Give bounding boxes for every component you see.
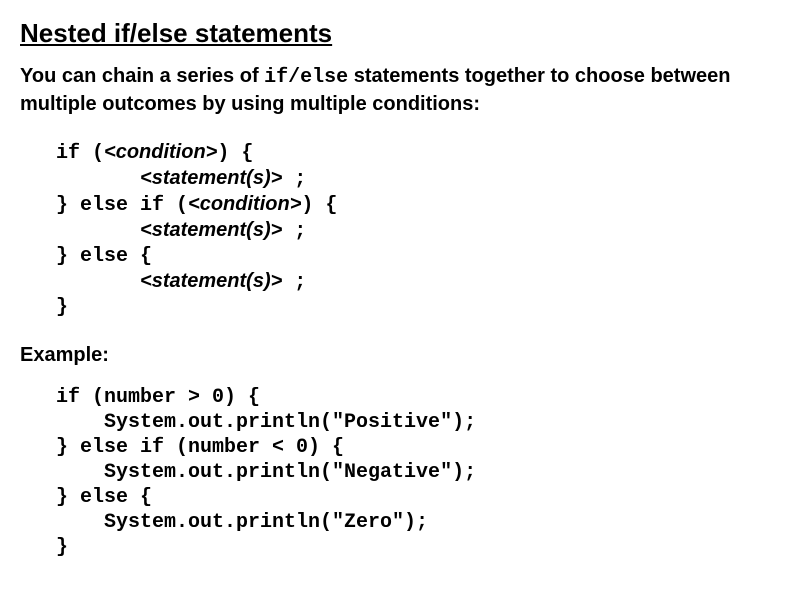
example-block: if (number > 0) { System.out.println("Po… <box>56 385 774 560</box>
syntax-l3-b: ) { <box>301 194 337 217</box>
syntax-l4-b: ; <box>282 220 306 243</box>
syntax-l7-a: } <box>56 296 68 319</box>
example-label: Example: <box>20 344 774 367</box>
syntax-l2-b: ; <box>282 168 306 191</box>
syntax-l3-a: } else if ( <box>56 194 188 217</box>
syntax-l2-stmt: <statement(s)> <box>140 167 282 189</box>
example-l7: } <box>56 536 68 559</box>
syntax-l2-pad <box>56 168 140 191</box>
intro-mono: if/else <box>264 66 348 89</box>
syntax-l3-cond: <condition> <box>188 193 301 215</box>
example-l4: System.out.println("Negative"); <box>56 461 476 484</box>
syntax-l1-a: if ( <box>56 142 104 165</box>
intro-pre: You can chain a series of <box>20 65 264 87</box>
example-l2: System.out.println("Positive"); <box>56 411 476 434</box>
example-l3: } else if (number < 0) { <box>56 436 344 459</box>
syntax-l6-b: ; <box>282 271 306 294</box>
syntax-l1-cond: <condition> <box>104 141 217 163</box>
syntax-l5-a: } else { <box>56 245 152 268</box>
intro-paragraph: You can chain a series of if/else statem… <box>20 63 774 118</box>
example-l5: } else { <box>56 486 152 509</box>
syntax-l4-stmt: <statement(s)> <box>140 219 282 241</box>
example-l1: if (number > 0) { <box>56 386 260 409</box>
syntax-block: if (<condition>) { <statement(s)> ; } el… <box>56 140 774 320</box>
syntax-l6-stmt: <statement(s)> <box>140 270 282 292</box>
page-title: Nested if/else statements <box>20 18 774 49</box>
syntax-l4-pad <box>56 220 140 243</box>
syntax-l6-pad <box>56 271 140 294</box>
example-l6: System.out.println("Zero"); <box>56 511 428 534</box>
syntax-l1-b: ) { <box>217 142 253 165</box>
